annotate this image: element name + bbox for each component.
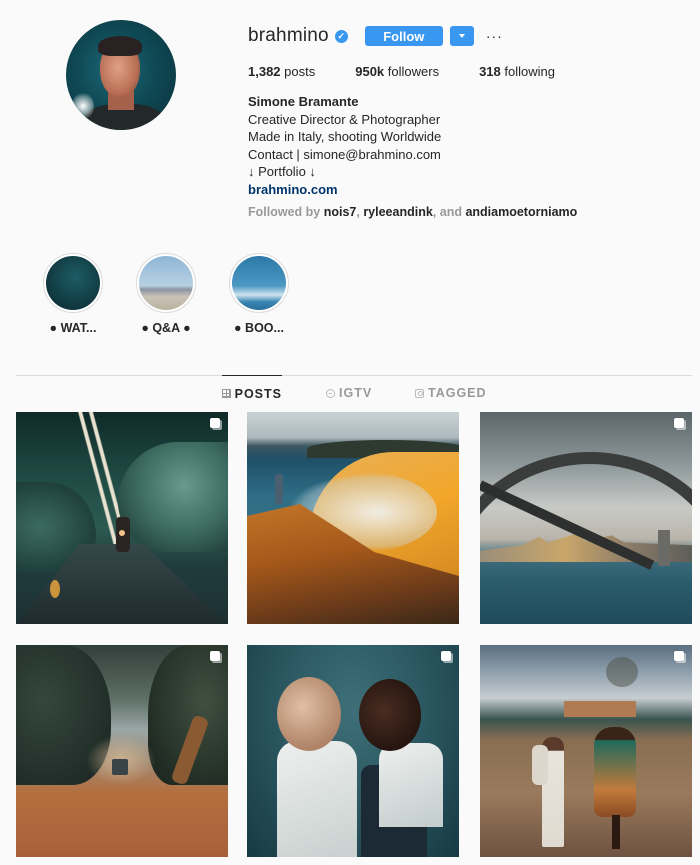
verified-badge-icon: ✓: [334, 29, 348, 43]
igtv-icon: [326, 388, 335, 398]
posts-count-value: 1,382: [248, 64, 281, 79]
followed-by-user[interactable]: nois7: [324, 205, 357, 219]
posts-count-label: posts: [280, 64, 316, 79]
story-highlights: ● WAT... ● Q&A ● ● BOO...: [40, 253, 319, 335]
highlight-label: ● WAT...: [49, 321, 97, 335]
chevron-down-icon: [458, 34, 465, 38]
bio-line: ↓ Portfolio ↓: [248, 164, 316, 179]
tab-tagged[interactable]: TAGGED: [415, 375, 487, 411]
followed-by-prefix: Followed by: [248, 205, 324, 219]
post-image-detail: [594, 727, 636, 817]
username: brahmino: [248, 25, 329, 46]
tab-label: POSTS: [234, 386, 282, 401]
multiple-images-icon: [210, 651, 222, 663]
followers-count-label: followers: [384, 64, 440, 79]
profile-avatar[interactable]: [66, 20, 176, 130]
post-thumbnail[interactable]: [247, 412, 459, 624]
post-image-detail: [379, 743, 443, 827]
tab-label: IGTV: [339, 386, 373, 400]
multiple-images-icon: [441, 651, 453, 663]
post-image-detail: [277, 677, 341, 751]
tab-posts[interactable]: POSTS: [222, 375, 282, 411]
post-image-detail: [658, 530, 670, 566]
highlight-cover: [139, 256, 193, 310]
post-image-detail: [532, 745, 548, 785]
avatar-hair: [98, 36, 142, 56]
posts-count: 1,382 posts: [248, 64, 315, 79]
more-options-button[interactable]: ···: [486, 29, 503, 43]
profile-tabs: POSTS IGTV TAGGED: [0, 375, 700, 411]
followed-by-separator: , and: [432, 205, 466, 219]
post-thumbnail[interactable]: [247, 645, 459, 857]
post-thumbnail[interactable]: [16, 412, 228, 624]
highlight-cover: [46, 256, 100, 310]
multiple-images-icon: [210, 418, 222, 430]
post-thumbnail[interactable]: [16, 645, 228, 857]
bio-line: Made in Italy, shooting Worldwide: [248, 129, 442, 144]
followed-by-user[interactable]: ryleeandink: [363, 205, 432, 219]
post-image-detail: [50, 580, 60, 598]
website-link[interactable]: brahmino.com: [248, 181, 441, 199]
post-image-detail: [275, 474, 283, 504]
followed-by-user[interactable]: andiamoetorniamo: [465, 205, 577, 219]
highlight-cover: [232, 256, 286, 310]
highlight-label: ● Q&A ●: [141, 321, 191, 335]
post-image-detail: [119, 530, 125, 536]
followed-by: Followed by nois7, ryleeandink, and andi…: [248, 205, 577, 219]
highlight-ring: [43, 253, 103, 313]
followers-count[interactable]: 950k followers: [355, 64, 439, 79]
post-image-detail: [359, 679, 421, 751]
followers-count-value: 950k: [355, 64, 385, 79]
profile-header: brahmino ✓ Follow ···: [248, 22, 503, 50]
highlight-ring: [136, 253, 196, 313]
multiple-images-icon: [674, 651, 686, 663]
suggested-dropdown-button[interactable]: [449, 26, 474, 46]
follow-button[interactable]: Follow: [364, 26, 443, 46]
tab-igtv[interactable]: IGTV: [326, 375, 372, 411]
following-count-label: following: [500, 64, 555, 79]
highlight-ring: [229, 253, 289, 313]
profile-stats: 1,382 posts 950k followers 318 following: [248, 64, 595, 79]
post-thumbnail[interactable]: [480, 645, 692, 857]
highlight-item[interactable]: ● WAT...: [40, 253, 106, 335]
post-image-detail: [564, 701, 636, 717]
post-thumbnail[interactable]: [480, 412, 692, 624]
tagged-icon: [415, 388, 424, 398]
tab-label: TAGGED: [428, 386, 487, 400]
post-image-detail: [118, 442, 228, 552]
post-image-detail: [112, 759, 128, 775]
following-count-value: 318: [479, 64, 501, 79]
post-image-detail: [277, 741, 357, 857]
highlight-item[interactable]: ● Q&A ●: [133, 253, 199, 335]
post-image-detail: [606, 657, 638, 687]
highlight-item[interactable]: ● BOO...: [226, 253, 292, 335]
following-count[interactable]: 318 following: [479, 64, 555, 79]
highlight-label: ● BOO...: [234, 321, 284, 335]
bio-line: Contact | simone@brahmino.com: [248, 146, 441, 162]
bio-line: Creative Director & Photographer: [248, 111, 441, 127]
grid-icon: [222, 389, 231, 398]
post-image-detail: [612, 815, 620, 849]
full-name: Simone Bramante: [248, 94, 359, 109]
profile-bio: Simone Bramante Creative Director & Phot…: [248, 93, 441, 198]
multiple-images-icon: [674, 418, 686, 430]
avatar-light: [72, 92, 94, 120]
